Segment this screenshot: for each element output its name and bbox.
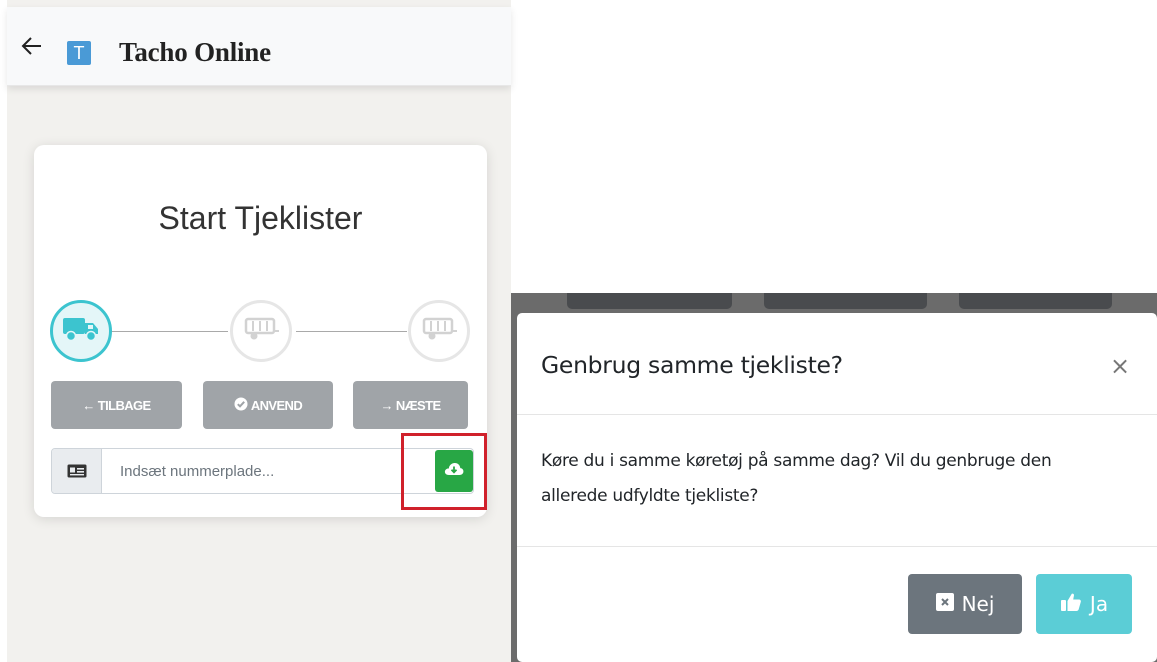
apply-button[interactable]: ANVEND bbox=[203, 381, 333, 429]
no-button-label: Nej bbox=[961, 592, 995, 616]
check-circle-icon bbox=[234, 397, 248, 414]
back-arrow-icon[interactable] bbox=[21, 33, 43, 59]
modal-body: Køre du i samme køretøj på samme dag? Vi… bbox=[517, 416, 1157, 547]
trailer-icon bbox=[420, 315, 458, 348]
back-button[interactable]: ← TILBAGE bbox=[51, 381, 182, 429]
background-button bbox=[764, 293, 927, 309]
app-logo: T bbox=[67, 41, 91, 65]
mobile-app-view: T Tacho Online Start Tjeklister ← TILBAG… bbox=[7, 0, 511, 662]
step-connector bbox=[296, 331, 407, 332]
step-trailer-1[interactable] bbox=[230, 300, 292, 362]
modal-backdrop: Genbrug samme tjekliste? × Køre du i sam… bbox=[511, 293, 1157, 662]
background-button bbox=[567, 293, 732, 309]
truck-icon bbox=[61, 314, 101, 349]
close-square-icon bbox=[935, 592, 954, 616]
app-header: T Tacho Online bbox=[7, 7, 511, 86]
arrow-left-icon: ← bbox=[82, 397, 95, 413]
apply-button-label: ANVEND bbox=[250, 397, 303, 413]
cloud-download-button[interactable] bbox=[435, 450, 473, 492]
modal-header: Genbrug samme tjekliste? × bbox=[517, 313, 1157, 415]
modal-title: Genbrug samme tjekliste? bbox=[541, 351, 843, 379]
license-plate-input[interactable] bbox=[103, 449, 406, 493]
license-plate-group bbox=[51, 448, 474, 494]
background-button bbox=[959, 293, 1112, 309]
trailer-icon bbox=[242, 315, 280, 348]
step-connector bbox=[111, 331, 228, 332]
step-truck[interactable] bbox=[50, 300, 112, 362]
reuse-checklist-dialog: Genbrug samme tjekliste? × Køre du i sam… bbox=[517, 313, 1157, 662]
next-button-label: NÆSTE bbox=[395, 397, 441, 413]
yes-button[interactable]: Ja bbox=[1036, 574, 1132, 634]
vehicle-stepper bbox=[50, 300, 480, 364]
step-trailer-2[interactable] bbox=[408, 300, 470, 362]
id-card-icon bbox=[52, 449, 102, 493]
modal-message: Køre du i samme køretøj på samme dag? Vi… bbox=[541, 451, 1052, 506]
yes-button-label: Ja bbox=[1089, 592, 1109, 616]
arrow-right-icon: → bbox=[380, 397, 393, 413]
cloud-download-icon bbox=[444, 462, 464, 481]
card-title: Start Tjeklister bbox=[158, 200, 363, 236]
checklist-card: Start Tjeklister ← TILBAGE ANVEND → NÆST… bbox=[34, 145, 487, 517]
no-button[interactable]: Nej bbox=[908, 574, 1022, 634]
back-button-label: TILBAGE bbox=[97, 397, 151, 413]
next-button[interactable]: → NÆSTE bbox=[353, 381, 468, 429]
thumbs-up-icon bbox=[1060, 592, 1082, 617]
close-icon[interactable]: × bbox=[1107, 351, 1133, 381]
app-title: Tacho Online bbox=[119, 37, 271, 67]
